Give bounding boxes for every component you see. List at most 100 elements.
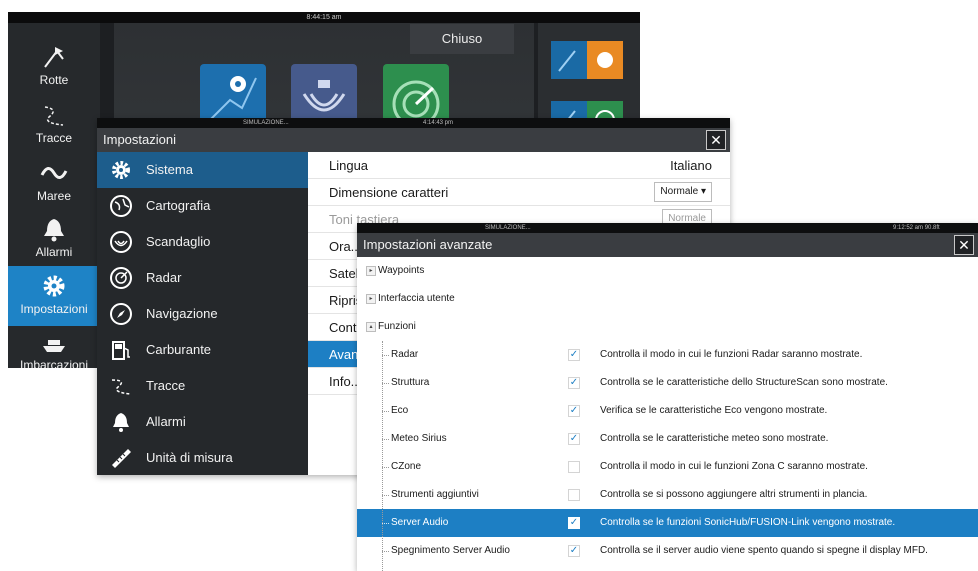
feature-description: Controlla se le caratteristiche dello St…	[600, 377, 888, 388]
feature-row-audio-server-shutdown[interactable]: Spegnimento Server Audio ✓ Controlla se …	[357, 537, 978, 565]
feature-label: Radar	[391, 349, 419, 360]
feature-description: Controlla se il server audio viene spent…	[600, 545, 928, 556]
home-sidebar: Rotte Tracce Maree Allarmi Impostazioni …	[8, 23, 100, 368]
simulation-indicator: SIMULAZIONE...	[485, 225, 531, 231]
advanced-clock: 9:12:52 am 90.8ft	[893, 225, 940, 231]
menu-item-label: Sistema	[146, 162, 193, 177]
expand-icon[interactable]: ▸	[366, 294, 376, 304]
tree-vertical-connector	[382, 341, 383, 571]
tree-group-user-interface[interactable]: ▸ Interfaccia utente	[357, 285, 978, 313]
feature-label: Spegnimento Server Audio	[391, 545, 510, 556]
feature-description: Controlla il modo in cui le funzioni Rad…	[600, 349, 863, 360]
expand-icon[interactable]: ▸	[366, 266, 376, 276]
feature-row-additional-instruments[interactable]: Strumenti aggiuntivi Controlla se si pos…	[357, 481, 978, 509]
menu-item-label: Unità di misura	[146, 450, 233, 465]
fuel-icon	[112, 341, 130, 360]
feature-checkbox[interactable]: ✓	[568, 405, 580, 417]
menu-item-charts[interactable]: Cartografia	[97, 188, 308, 224]
sidebar-item-label: Impostazioni	[20, 302, 88, 316]
collapse-icon[interactable]: ▴	[366, 322, 376, 332]
tree-connector	[382, 383, 389, 384]
feature-label: CZone	[391, 461, 422, 472]
menu-item-radar[interactable]: Radar	[97, 260, 308, 296]
menu-item-sonar[interactable]: Scandaglio	[97, 224, 308, 260]
feature-description: Controlla se le funzioni SonicHub/FUSION…	[600, 517, 896, 528]
sidebar-item-label: Allarmi	[35, 245, 73, 259]
feature-checkbox[interactable]: ✓	[568, 545, 580, 557]
routes-icon	[44, 47, 64, 68]
tree-connector	[382, 411, 389, 412]
tree-connector	[382, 495, 389, 496]
tree-group-features[interactable]: ▴ Funzioni	[357, 313, 978, 341]
chart-icon	[110, 195, 132, 217]
advanced-settings-tree: ▸ Waypoints ▸ Interfaccia utente ▴ Funzi…	[357, 257, 978, 565]
menu-item-label: Carburante	[146, 342, 212, 357]
advanced-title-bar: Impostazioni avanzate ✕	[357, 233, 978, 257]
feature-row-structure[interactable]: Struttura ✓ Controlla se le caratteristi…	[357, 369, 978, 397]
tree-connector	[382, 467, 389, 468]
menu-item-trails[interactable]: Tracce	[97, 368, 308, 404]
tree-group-label: Interfaccia utente	[378, 293, 455, 304]
tides-icon	[40, 167, 68, 179]
setting-label: Dimensione caratteri	[329, 185, 449, 200]
vessels-icon	[43, 340, 65, 352]
feature-row-radar[interactable]: Radar ✓ Controlla il modo in cui le funz…	[357, 341, 978, 369]
alarm-bell-icon	[44, 219, 64, 242]
menu-item-units[interactable]: Unità di misura	[97, 440, 308, 475]
tree-connector	[382, 523, 389, 524]
feature-label: Server Audio	[391, 517, 449, 528]
settings-close-button[interactable]: ✕	[706, 130, 726, 150]
advanced-status-bar: SIMULAZIONE... 9:12:52 am 90.8ft	[357, 223, 978, 233]
favorite-tile-chart-fuel[interactable]	[551, 41, 623, 79]
feature-checkbox[interactable]: ✓	[568, 377, 580, 389]
sidebar-item-trails[interactable]: Tracce	[8, 101, 100, 157]
home-clock: 8:44:15 am	[306, 14, 342, 21]
sidebar-item-label: Maree	[36, 189, 71, 203]
advanced-close-button[interactable]: ✕	[954, 235, 974, 255]
menu-item-alarms[interactable]: Allarmi	[97, 404, 308, 440]
tree-group-label: Waypoints	[378, 265, 425, 276]
radar-icon	[110, 267, 132, 289]
feature-checkbox[interactable]	[568, 461, 580, 473]
setting-label: Lingua	[329, 158, 369, 173]
close-button[interactable]: Chiuso	[410, 24, 514, 54]
menu-item-navigation[interactable]: Navigazione	[97, 296, 308, 332]
tree-connector	[382, 439, 389, 440]
menu-item-label: Tracce	[146, 378, 186, 393]
tree-group-waypoints[interactable]: ▸ Waypoints	[357, 257, 978, 285]
feature-checkbox[interactable]: ✓	[568, 349, 580, 361]
menu-item-fuel[interactable]: Carburante	[97, 332, 308, 368]
advanced-settings-window: SIMULAZIONE... 9:12:52 am 90.8ft Imposta…	[357, 223, 978, 571]
feature-row-audio-server[interactable]: Server Audio ✓ Controlla se le funzioni …	[357, 509, 978, 537]
feature-row-czone[interactable]: CZone Controlla il modo in cui le funzio…	[357, 453, 978, 481]
trails-icon	[111, 379, 131, 395]
feature-label: Meteo Sirius	[391, 433, 447, 444]
sidebar-item-label: Rotte	[39, 73, 69, 87]
tree-connector	[382, 551, 389, 552]
sidebar-item-vessels[interactable]: Imbarcazioni	[8, 328, 100, 368]
sidebar-item-settings[interactable]: Impostazioni	[8, 266, 100, 326]
settings-title-bar: Impostazioni ✕	[97, 128, 730, 152]
tree-connector	[382, 355, 389, 356]
ruler-icon	[112, 449, 131, 468]
feature-description: Verifica se le caratteristiche Eco vengo…	[600, 405, 828, 416]
menu-item-system[interactable]: Sistema	[97, 152, 308, 188]
sidebar-item-tides[interactable]: Maree	[8, 159, 100, 215]
feature-checkbox[interactable]: ✓	[568, 517, 580, 529]
feature-checkbox[interactable]: ✓	[568, 433, 580, 445]
feature-row-echo[interactable]: Eco ✓ Verifica se le caratteristiche Eco…	[357, 397, 978, 425]
sidebar-item-alarms[interactable]: Allarmi	[8, 215, 100, 271]
simulation-indicator: SIMULAZIONE...	[243, 120, 289, 126]
feature-row-sirius-weather[interactable]: Meteo Sirius ✓ Controlla se le caratteri…	[357, 425, 978, 453]
settings-menu: Sistema Cartografia Scandaglio Radar Nav…	[97, 152, 308, 475]
setting-row-language[interactable]: Lingua Italiano	[308, 152, 730, 179]
feature-checkbox[interactable]	[568, 489, 580, 501]
menu-item-label: Allarmi	[146, 414, 186, 429]
alarm-bell-icon	[113, 413, 129, 432]
menu-item-label: Scandaglio	[146, 234, 211, 249]
menu-item-label: Cartografia	[146, 198, 211, 213]
font-size-dropdown[interactable]: Normale ▾	[654, 182, 712, 202]
setting-row-font-size[interactable]: Dimensione caratteri Normale ▾	[308, 179, 730, 206]
gear-icon	[43, 275, 65, 297]
sidebar-item-routes[interactable]: Rotte	[8, 43, 100, 99]
